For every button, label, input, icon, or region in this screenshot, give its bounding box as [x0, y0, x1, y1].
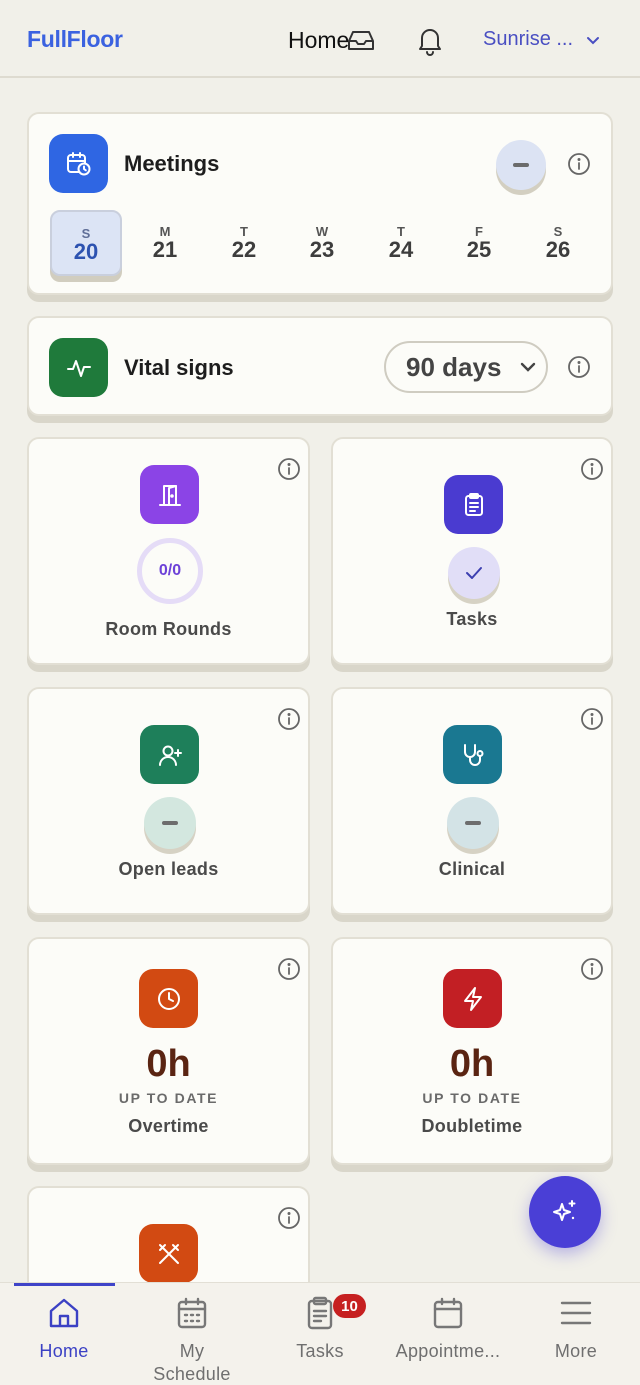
doubletime-card[interactable]: 0h UP TO DATE Doubletime: [331, 937, 613, 1165]
organization-name: Sunrise ...: [483, 28, 574, 50]
nav-label: My Schedule: [153, 1341, 231, 1384]
calendar-clock-icon: [49, 134, 108, 193]
door-icon: [140, 465, 199, 524]
day-number: 26: [545, 237, 571, 262]
info-icon[interactable]: [580, 707, 604, 731]
nav-label: Home: [39, 1341, 89, 1361]
day-number: 24: [388, 237, 414, 262]
clipboard-icon: [444, 475, 503, 534]
doubletime-label: Doubletime: [421, 1116, 523, 1136]
day-number: 23: [309, 237, 335, 262]
day-wed-23[interactable]: W 23: [286, 210, 358, 276]
open-leads-card[interactable]: Open leads: [27, 687, 310, 915]
stethoscope-icon: [443, 725, 502, 784]
day-sat-26[interactable]: S 26: [522, 210, 594, 276]
day-sun-20[interactable]: S 20: [50, 210, 122, 276]
bottom-navigation: Home My Schedule Tasks 10 Appointme... M…: [0, 1282, 640, 1385]
meetings-card: Meetings S 20 M 21 T 22 W 23 T 24 F 25 S…: [27, 112, 613, 295]
user-plus-icon: [140, 725, 199, 784]
dash-icon: [465, 821, 481, 825]
overtime-value: 0h: [146, 1043, 191, 1085]
tasks-status-button[interactable]: [448, 547, 500, 599]
clinical-label: Clinical: [438, 859, 506, 879]
info-icon[interactable]: [277, 707, 301, 731]
range-value: 90 days: [406, 351, 502, 382]
clinical-count-button[interactable]: [447, 797, 499, 849]
room-rounds-card[interactable]: 0/0 Room Rounds: [27, 437, 310, 665]
range-select[interactable]: 90 days: [384, 341, 548, 393]
calendar-grid-icon: [177, 1297, 207, 1329]
bell-icon[interactable]: [414, 24, 446, 56]
app-header: FullFloor Home Sunrise ...: [0, 0, 640, 78]
nav-label: Appointme...: [395, 1341, 501, 1361]
day-number: 21: [152, 237, 178, 262]
nav-label: Tasks: [296, 1341, 344, 1361]
tasks-count-badge: 10: [333, 1294, 366, 1318]
day-number: 25: [466, 237, 492, 262]
lightning-icon: [443, 969, 502, 1028]
meetings-count-button[interactable]: [496, 140, 546, 190]
nav-home[interactable]: Home: [0, 1295, 128, 1363]
day-number: 20: [73, 239, 99, 264]
overtime-label: Overtime: [128, 1116, 209, 1136]
app-logo[interactable]: FullFloor: [27, 26, 123, 53]
chevron-down-icon: [521, 362, 536, 372]
room-rounds-label: Room Rounds: [105, 619, 232, 639]
info-icon[interactable]: [277, 1206, 301, 1230]
ai-assistant-button[interactable]: [529, 1176, 601, 1248]
day-thu-24[interactable]: T 24: [365, 210, 437, 276]
chevron-down-icon: [587, 36, 600, 44]
open-leads-label: Open leads: [118, 859, 219, 879]
clipboard-list-icon: [307, 1296, 333, 1330]
page-title: Home: [288, 27, 350, 53]
dash-icon: [513, 163, 529, 167]
organization-selector[interactable]: Sunrise ...: [483, 28, 601, 51]
vital-signs-card: Vital signs 90 days: [27, 316, 613, 416]
utensils-crossed-icon: [139, 1224, 198, 1283]
day-number: 22: [231, 237, 257, 262]
activity-icon: [49, 338, 108, 397]
nav-more[interactable]: More: [512, 1295, 640, 1363]
dash-icon: [162, 821, 178, 825]
clock-icon: [139, 969, 198, 1028]
clinical-card[interactable]: Clinical: [331, 687, 613, 915]
info-icon[interactable]: [277, 457, 301, 481]
overtime-card[interactable]: 0h UP TO DATE Overtime: [27, 937, 310, 1165]
nav-label: More: [554, 1341, 598, 1361]
calendar-icon: [433, 1297, 463, 1329]
inbox-icon[interactable]: [345, 24, 377, 56]
open-leads-count-button[interactable]: [144, 797, 196, 849]
room-rounds-progress: 0/0: [137, 538, 203, 604]
check-icon: [466, 567, 482, 579]
day-mon-21[interactable]: M 21: [129, 210, 201, 276]
tasks-card[interactable]: Tasks: [331, 437, 613, 665]
info-icon[interactable]: [277, 957, 301, 981]
tasks-label: Tasks: [446, 609, 498, 629]
info-icon[interactable]: [567, 355, 591, 379]
doubletime-value: 0h: [449, 1043, 495, 1085]
active-tab-indicator: [14, 1283, 115, 1286]
sparkles-icon: [553, 1200, 576, 1221]
info-icon[interactable]: [567, 152, 591, 176]
info-icon[interactable]: [580, 457, 604, 481]
meetings-title: Meetings: [124, 151, 220, 176]
vital-signs-title: Vital signs: [124, 355, 234, 380]
nav-my-schedule[interactable]: My Schedule: [128, 1295, 256, 1385]
nav-appointments[interactable]: Appointme...: [384, 1295, 512, 1363]
menu-icon: [560, 1301, 592, 1325]
day-fri-25[interactable]: F 25: [443, 210, 515, 276]
home-icon: [49, 1298, 79, 1328]
doubletime-caption: UP TO DATE: [422, 1090, 522, 1106]
day-tue-22[interactable]: T 22: [208, 210, 280, 276]
overtime-caption: UP TO DATE: [118, 1090, 219, 1106]
info-icon[interactable]: [580, 957, 604, 981]
